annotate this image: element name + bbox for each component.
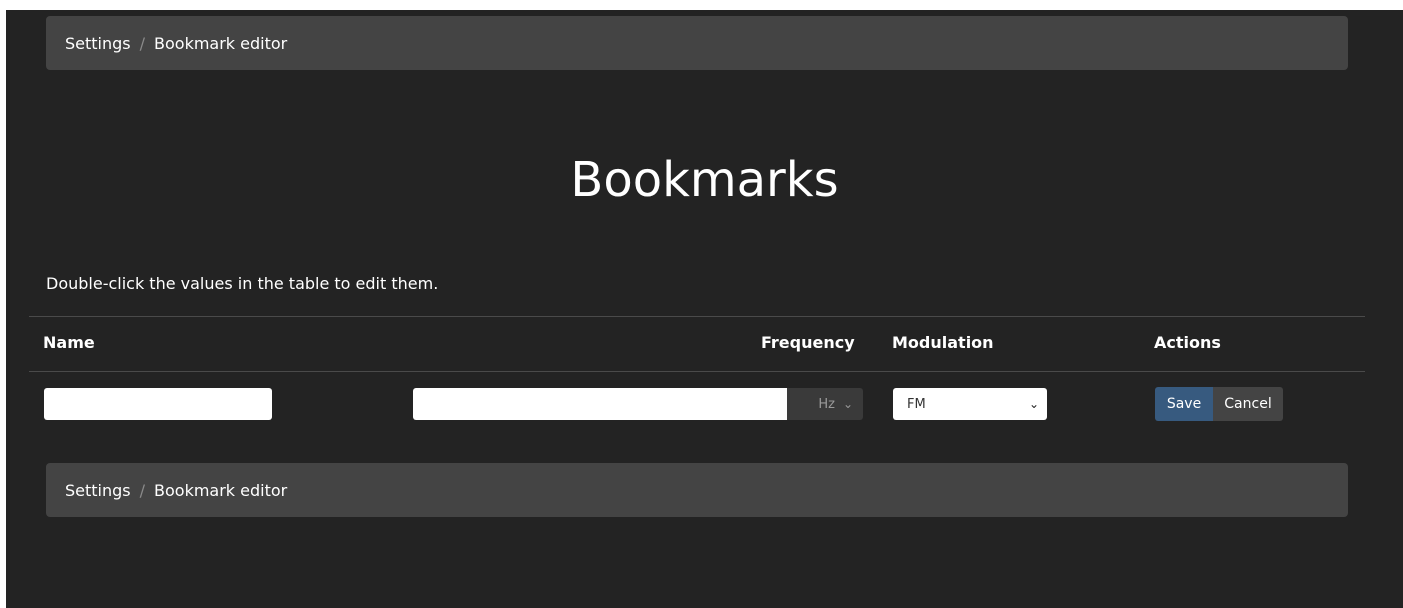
modulation-select[interactable]: FM ⌄ [893,388,1047,420]
breadcrumb: Settings / Bookmark editor [46,16,1348,70]
column-header-modulation: Modulation [892,333,994,352]
chevron-down-icon: ⌄ [842,397,853,411]
modulation-value: FM [907,396,926,412]
bookmark-editor-page: Settings / Bookmark editor Bookmarks Dou… [6,10,1403,608]
cancel-button[interactable]: Cancel [1213,387,1283,421]
chevron-down-icon: ⌄ [1028,397,1039,411]
column-header-name: Name [43,333,95,352]
frequency-input[interactable] [413,388,787,420]
breadcrumb-settings-link[interactable]: Settings [65,481,131,500]
column-header-frequency: Frequency [761,333,855,352]
table-header-divider [29,371,1365,372]
frequency-unit-value: Hz [818,396,835,412]
page-title: Bookmarks [570,152,839,208]
breadcrumb-separator: / [139,480,146,500]
breadcrumb-current: Bookmark editor [154,33,288,53]
table-top-divider [29,316,1365,317]
footer-breadcrumb: Settings / Bookmark editor [46,463,1348,517]
breadcrumb-separator: / [139,33,146,53]
breadcrumb-current: Bookmark editor [154,480,288,500]
bookmark-name-input[interactable] [44,388,272,420]
breadcrumb-settings-link[interactable]: Settings [65,34,131,53]
edit-hint: Double-click the values in the table to … [46,274,439,293]
frequency-unit-select[interactable]: Hz ⌄ [787,388,863,420]
column-header-actions: Actions [1154,333,1221,352]
save-button[interactable]: Save [1155,387,1213,421]
